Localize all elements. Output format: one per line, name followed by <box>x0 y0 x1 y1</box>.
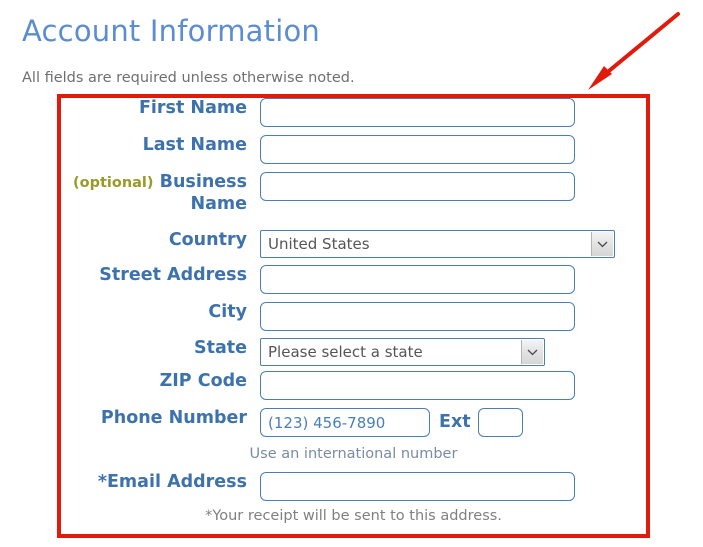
form-row-state: State Please select a state <box>57 338 650 366</box>
label-state-text: State <box>193 338 247 358</box>
label-business-name: (optional) Business Name <box>57 172 260 215</box>
form-row-street-address: Street Address <box>57 265 650 294</box>
page-subtitle: All fields are required unless otherwise… <box>22 70 355 86</box>
form-row-city: City <box>57 302 650 331</box>
form-row-business-name: (optional) Business Name <box>57 172 650 215</box>
label-ext: Ext <box>439 412 471 432</box>
label-country-text: Country <box>168 230 247 250</box>
form-row-email-address: *Email Address <box>57 472 650 501</box>
state-select[interactable]: Please select a state <box>260 338 545 366</box>
label-phone-number: Phone Number <box>57 408 260 429</box>
label-email-address-text: *Email Address <box>97 472 247 492</box>
label-email-address: *Email Address <box>57 472 260 493</box>
page-title: Account Information <box>22 14 320 48</box>
account-information-form: First Name Last Name (optional) Business… <box>57 94 650 538</box>
phone-number-input[interactable] <box>260 408 430 437</box>
form-row-last-name: Last Name <box>57 135 650 164</box>
ext-input[interactable] <box>477 408 523 437</box>
label-city: City <box>57 302 260 323</box>
label-zip-code-text: ZIP Code <box>159 371 247 391</box>
red-pointer-arrow <box>588 12 680 90</box>
label-country: Country <box>57 230 260 251</box>
label-first-name-text: First Name <box>138 98 247 118</box>
optional-tag-business-name: (optional) <box>72 175 154 191</box>
form-row-first-name: First Name <box>57 98 650 127</box>
state-select-value: Please select a state <box>268 343 423 361</box>
phone-helper-text: Use an international number <box>249 446 458 462</box>
first-name-input[interactable] <box>260 98 575 127</box>
country-select-value: United States <box>268 235 370 253</box>
label-street-address-text: Street Address <box>99 265 247 285</box>
label-state: State <box>57 338 260 359</box>
chevron-down-icon[interactable] <box>521 340 543 364</box>
email-address-input[interactable] <box>260 472 575 501</box>
label-last-name: Last Name <box>57 135 260 156</box>
form-row-country: Country United States <box>57 230 650 258</box>
business-name-input[interactable] <box>260 172 575 201</box>
country-select[interactable]: United States <box>260 230 615 258</box>
label-last-name-text: Last Name <box>142 135 247 155</box>
label-phone-number-text: Phone Number <box>100 408 247 428</box>
city-input[interactable] <box>260 302 575 331</box>
zip-code-input[interactable] <box>260 371 575 400</box>
email-footnote-text: *Your receipt will be sent to this addre… <box>205 508 502 524</box>
label-street-address: Street Address <box>57 265 260 286</box>
label-zip-code: ZIP Code <box>57 371 260 392</box>
last-name-input[interactable] <box>260 135 575 164</box>
label-first-name: First Name <box>57 98 260 119</box>
label-business-name-text: Business Name <box>159 172 247 214</box>
street-address-input[interactable] <box>260 265 575 294</box>
form-row-phone-number: Phone Number Ext <box>57 408 650 437</box>
form-row-zip-code: ZIP Code <box>57 371 650 400</box>
chevron-down-icon[interactable] <box>591 232 613 256</box>
label-city-text: City <box>208 302 247 322</box>
